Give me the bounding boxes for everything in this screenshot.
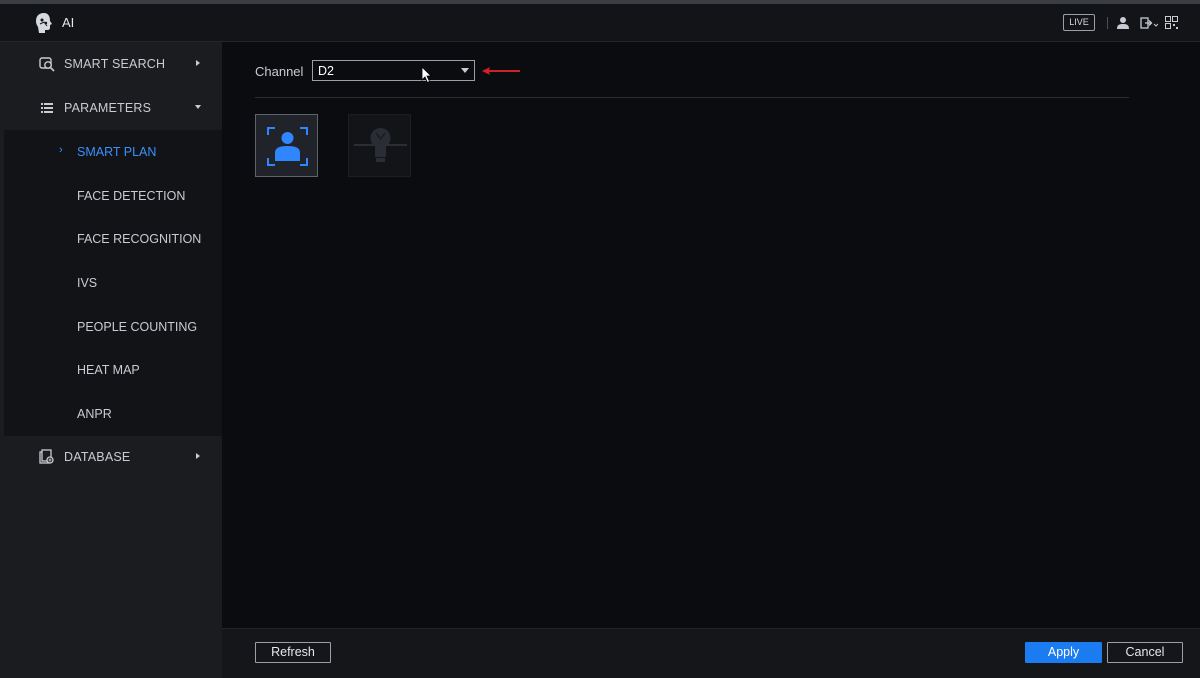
sidebar-item-parameters[interactable]: PARAMETERS xyxy=(4,86,222,130)
mouse-cursor-icon xyxy=(421,66,432,84)
submenu-item-label: HEAT MAP xyxy=(77,363,140,377)
channel-label: Channel xyxy=(255,64,304,79)
ivs-plan-tile[interactable] xyxy=(348,114,411,177)
annotation-arrow-icon xyxy=(482,67,520,75)
caret-down-icon xyxy=(195,105,201,109)
logout-icon[interactable] xyxy=(1140,16,1158,30)
apply-button[interactable]: Apply xyxy=(1025,642,1102,663)
chevron-right-icon: › xyxy=(59,144,63,156)
main-panel: Channel D2 xyxy=(222,42,1200,628)
submenu-item-face-recognition[interactable]: FACE RECOGNITION xyxy=(4,217,222,260)
chevron-down-icon xyxy=(461,68,469,73)
app-logo-icon xyxy=(36,13,52,33)
submenu-item-label: ANPR xyxy=(77,407,112,421)
top-separator xyxy=(1107,17,1108,29)
ivs-plan-icon xyxy=(354,128,407,162)
submenu-item-anpr[interactable]: ANPR xyxy=(4,392,222,435)
sidebar-item-label: PARAMETERS xyxy=(64,101,152,115)
submenu-item-face-detection[interactable]: FACE DETECTION xyxy=(4,174,222,217)
user-icon[interactable] xyxy=(1117,16,1129,30)
caret-right-icon xyxy=(196,453,200,459)
submenu-item-heat-map[interactable]: HEAT MAP xyxy=(4,348,222,391)
submenu-item-people-counting[interactable]: PEOPLE COUNTING xyxy=(4,305,222,348)
caret-right-icon xyxy=(196,60,200,66)
sidebar-item-label: DATABASE xyxy=(64,450,131,464)
sidebar: SMART SEARCH PARAMETERS › SMART PLAN FAC… xyxy=(4,42,222,678)
face-plan-tile[interactable] xyxy=(255,114,318,177)
submenu-item-label: IVS xyxy=(77,276,98,290)
submenu-item-label: SMART PLAN xyxy=(77,145,157,159)
parameters-submenu: › SMART PLAN FACE DETECTION FACE RECOGNI… xyxy=(4,130,222,436)
submenu-item-smart-plan[interactable]: › SMART PLAN xyxy=(4,130,222,173)
submenu-item-ivs[interactable]: IVS xyxy=(4,261,222,304)
footer-bar: Refresh Apply Cancel xyxy=(222,628,1200,678)
content-divider xyxy=(255,97,1129,98)
top-bar: AI LIVE xyxy=(0,0,1200,42)
submenu-item-label: PEOPLE COUNTING xyxy=(77,320,198,334)
live-button[interactable]: LIVE xyxy=(1063,14,1095,31)
submenu-item-label: FACE RECOGNITION xyxy=(77,232,202,246)
database-icon xyxy=(39,449,54,464)
sidebar-item-smart-search[interactable]: SMART SEARCH xyxy=(4,42,222,86)
qr-code-icon[interactable] xyxy=(1165,16,1178,29)
app-title: AI xyxy=(62,15,75,30)
submenu-item-label: FACE DETECTION xyxy=(77,189,186,203)
search-icon xyxy=(39,57,55,72)
sidebar-item-label: SMART SEARCH xyxy=(64,57,166,71)
channel-select[interactable]: D2 xyxy=(312,60,475,81)
list-icon xyxy=(41,103,53,113)
refresh-button[interactable]: Refresh xyxy=(255,642,331,663)
cancel-button[interactable]: Cancel xyxy=(1107,642,1183,663)
channel-value: D2 xyxy=(318,64,334,78)
face-plan-icon xyxy=(267,127,308,166)
sidebar-item-database[interactable]: DATABASE xyxy=(4,435,222,479)
